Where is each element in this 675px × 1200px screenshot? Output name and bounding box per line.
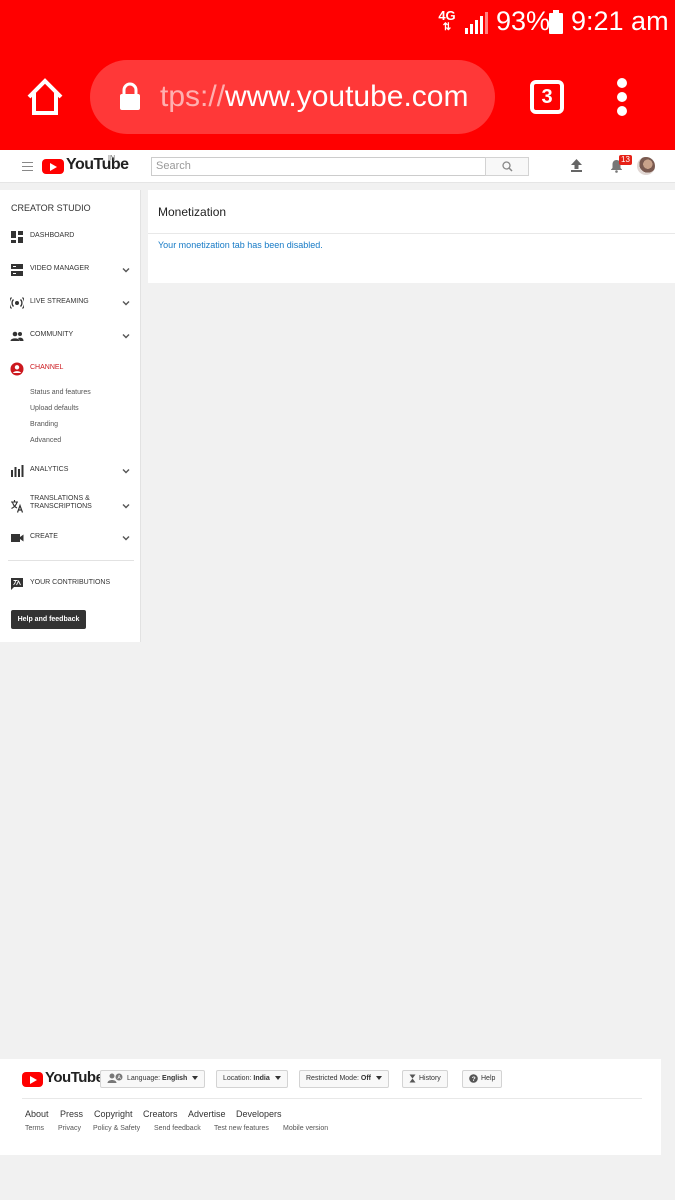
analytics-icon (11, 465, 24, 477)
clock: 9:21 am (571, 6, 669, 36)
sidebar-subitem-advanced[interactable]: Advanced (30, 437, 61, 444)
status-bar: 4G ⇅ 93% 9:21 am (0, 0, 675, 48)
address-bar[interactable]: tps://www.youtube.com (90, 60, 495, 134)
help-circle-icon: ? (469, 1073, 478, 1083)
network-indicator: 4G ⇅ (438, 8, 456, 33)
sidebar-subitem-branding[interactable]: Branding (30, 421, 58, 428)
footer-link-test-new-features[interactable]: Test new features (214, 1125, 269, 1132)
footer-link-creators[interactable]: Creators (143, 1109, 178, 1119)
help-button[interactable]: ? Help (462, 1070, 503, 1088)
footer-link-advertise[interactable]: Advertise (188, 1109, 226, 1119)
play-logo-icon (22, 1072, 43, 1087)
hamburger-menu-icon[interactable] (22, 162, 33, 171)
language-picker-button[interactable]: A Language: English (100, 1070, 206, 1088)
page-title: Monetization (158, 205, 227, 219)
notification-count-badge: 13 (619, 155, 632, 165)
help-feedback-button[interactable]: Help and feedback (11, 610, 86, 629)
sidebar-item-dashboard[interactable]: DASHBOARD (0, 225, 141, 249)
sidebar-title: CREATOR STUDIO (11, 203, 91, 213)
play-logo-icon (42, 159, 64, 174)
chevron-down-icon[interactable] (122, 332, 130, 340)
footer-link-copyright[interactable]: Copyright (94, 1109, 133, 1119)
video-camera-icon (11, 534, 24, 542)
chevron-down-icon[interactable] (122, 534, 130, 542)
chevron-down-icon[interactable] (122, 266, 130, 274)
signal-icon (465, 12, 488, 34)
footer-link-mobile-version[interactable]: Mobile version (283, 1125, 328, 1132)
svg-text:?: ? (472, 1076, 476, 1083)
browser-toolbar: tps://www.youtube.com 3 (0, 48, 675, 150)
youtube-header: YouTube IN Search 13 (0, 150, 675, 183)
footer-link-about[interactable]: About (25, 1109, 49, 1119)
chevron-down-icon[interactable] (122, 467, 130, 475)
sidebar-item-live-streaming[interactable]: LIVE STREAMING (0, 291, 141, 315)
dashboard-icon (11, 231, 23, 243)
footer-link-policy-safety[interactable]: Policy & Safety (93, 1125, 140, 1132)
channel-account-icon (10, 362, 24, 376)
url-text: tps://www.youtube.com (160, 80, 469, 113)
sidebar-item-video-manager[interactable]: VIDEO MANAGER (0, 258, 141, 282)
footer-link-send-feedback[interactable]: Send feedback (154, 1125, 201, 1132)
footer-divider (22, 1098, 642, 1099)
sidebar-item-community[interactable]: COMMUNITY (0, 324, 141, 348)
footer-link-terms[interactable]: Terms (25, 1125, 44, 1132)
chevron-down-icon[interactable] (122, 502, 130, 510)
battery-percent: 93% (496, 6, 551, 36)
battery-icon (549, 10, 563, 34)
sidebar-item-create[interactable]: CREATE (0, 526, 141, 550)
sidebar-subitem-upload-defaults[interactable]: Upload defaults (30, 405, 79, 412)
footer-link-press[interactable]: Press (60, 1109, 83, 1119)
translate-icon (11, 500, 24, 513)
footer-link-privacy[interactable]: Privacy (58, 1125, 81, 1132)
hourglass-icon (409, 1074, 416, 1083)
history-button[interactable]: History (402, 1070, 448, 1088)
upload-icon[interactable] (570, 159, 583, 172)
monetization-disabled-message: Your monetization tab has been disabled. (158, 240, 323, 250)
tab-switcher-button[interactable]: 3 (530, 80, 564, 114)
live-streaming-icon (10, 297, 24, 309)
page-footer: YouTube A Language: English Location: In… (0, 1059, 661, 1155)
monetization-panel: Monetization Your monetization tab has b… (148, 190, 675, 283)
search-icon (502, 161, 513, 172)
video-manager-icon (11, 264, 23, 276)
sidebar-divider (8, 560, 134, 561)
account-avatar[interactable] (637, 157, 655, 175)
creator-studio-sidebar: CREATOR STUDIO DASHBOARD VIDEO MANAGER L… (0, 190, 141, 642)
sidebar-item-translations[interactable]: TRANSLATIONS & TRANSCRIPTIONS (0, 492, 141, 520)
sidebar-item-channel[interactable]: CHANNEL (0, 357, 141, 381)
restricted-mode-button[interactable]: Restricted Mode: Off (299, 1070, 389, 1088)
sidebar-item-your-contributions[interactable]: YOUR CONTRIBUTIONS (0, 572, 141, 596)
sidebar-item-analytics[interactable]: ANALYTICS (0, 459, 141, 483)
footer-link-developers[interactable]: Developers (236, 1109, 282, 1119)
region-label: IN (108, 155, 115, 162)
search-button[interactable] (485, 157, 529, 176)
overflow-menu-icon[interactable] (614, 78, 630, 118)
chevron-down-icon[interactable] (122, 299, 130, 307)
panel-divider (148, 233, 675, 234)
location-picker-button[interactable]: Location: India (216, 1070, 288, 1088)
language-icon: A (107, 1073, 123, 1084)
contributions-icon (11, 578, 23, 590)
lock-icon (120, 82, 140, 110)
home-icon[interactable] (24, 76, 66, 118)
community-icon (10, 331, 24, 341)
search-input[interactable]: Search (151, 157, 486, 176)
sidebar-subitem-status-features[interactable]: Status and features (30, 389, 91, 396)
